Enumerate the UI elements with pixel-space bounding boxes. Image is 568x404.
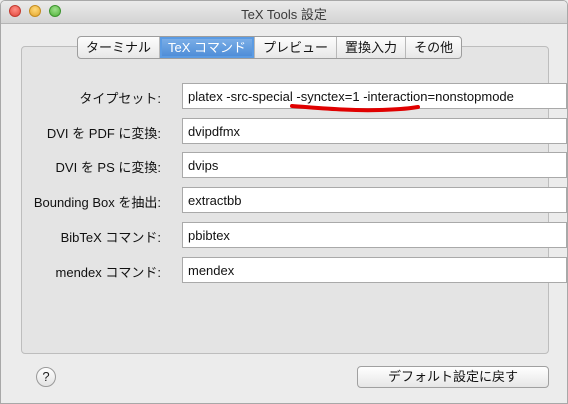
mendex-label: mendex コマンド: bbox=[55, 265, 161, 280]
help-button[interactable]: ? bbox=[36, 367, 56, 387]
dvips-field[interactable]: dvips bbox=[182, 152, 567, 178]
tab-tex-command[interactable]: TeX コマンド bbox=[160, 37, 256, 58]
mendex-row: mendex コマンド: mendex bbox=[22, 257, 567, 283]
window-title: TeX Tools 設定 bbox=[241, 7, 327, 22]
settings-window: TeX Tools 設定 ターミナル TeX コマンド プレビュー 置換入力 そ… bbox=[0, 0, 568, 404]
bbox-field[interactable]: extractbb bbox=[182, 187, 567, 213]
restore-defaults-button[interactable]: デフォルト設定に戻す bbox=[357, 366, 549, 388]
title-bar: TeX Tools 設定 bbox=[1, 1, 567, 24]
tab-replace-input[interactable]: 置換入力 bbox=[337, 37, 407, 58]
dvips-label: DVI を PS に変換: bbox=[55, 160, 161, 175]
mendex-field[interactable]: mendex bbox=[182, 257, 567, 283]
typeset-label: タイプセット: bbox=[79, 91, 161, 106]
tab-other[interactable]: その他 bbox=[406, 37, 461, 58]
tex-command-panel: タイプセット: platex -src-special -synctex=1 -… bbox=[21, 46, 567, 354]
bibtex-label: BibTeX コマンド: bbox=[60, 230, 161, 245]
bibtex-row: BibTeX コマンド: pbibtex bbox=[22, 222, 567, 248]
dvips-row: DVI を PS に変換: dvips bbox=[22, 152, 567, 178]
bbox-row: Bounding Box を抽出: extractbb bbox=[22, 187, 567, 213]
tab-bar: ターミナル TeX コマンド プレビュー 置換入力 その他 bbox=[77, 36, 463, 59]
dvipdf-label: DVI を PDF に変換: bbox=[46, 126, 161, 141]
tab-preview[interactable]: プレビュー bbox=[255, 37, 338, 58]
typeset-row: タイプセット: platex -src-special -synctex=1 -… bbox=[22, 83, 567, 109]
dvipdf-row: DVI を PDF に変換: dvipdfmx bbox=[22, 118, 567, 144]
dvipdf-field[interactable]: dvipdfmx bbox=[182, 118, 567, 144]
bbox-label: Bounding Box を抽出: bbox=[33, 195, 161, 210]
bibtex-field[interactable]: pbibtex bbox=[182, 222, 567, 248]
red-underline-annotation bbox=[290, 104, 420, 113]
tab-terminal[interactable]: ターミナル bbox=[78, 37, 161, 58]
